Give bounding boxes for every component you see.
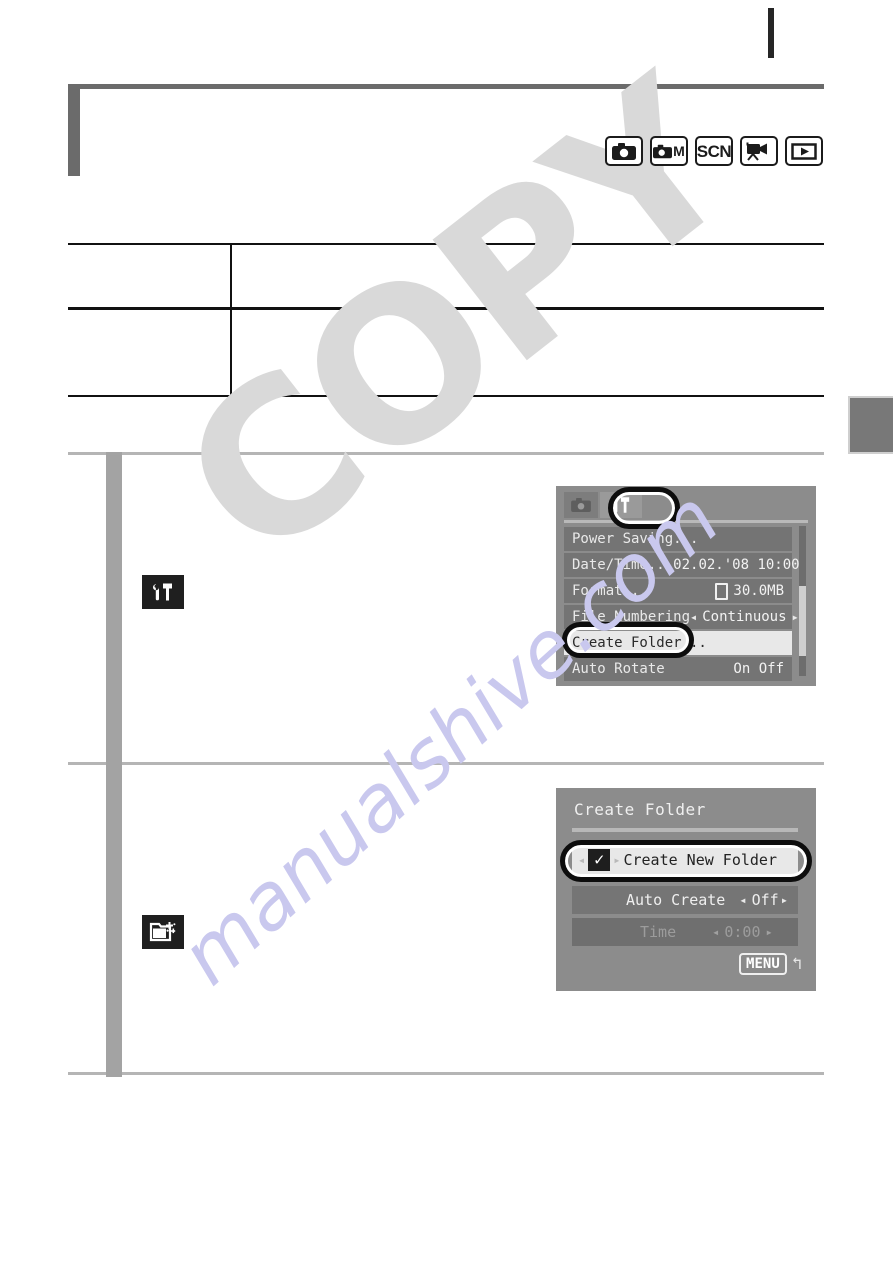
- table-row: [68, 245, 824, 307]
- return-arrow-icon: ↰: [791, 953, 802, 974]
- create-folder-icon: [142, 915, 184, 949]
- memory-card-icon: [715, 582, 729, 600]
- table-rule-bottom: [68, 395, 824, 397]
- table-cell-label: [68, 310, 230, 395]
- page-corner-marker: [768, 8, 774, 58]
- step-rule-bottom: [68, 1072, 824, 1075]
- lcd-create-folder-screen: Create Folder ◂ ✓ ▸ Create New Folder Au…: [556, 788, 816, 991]
- playback-mode-icon[interactable]: [785, 136, 823, 166]
- menu-item-date-time[interactable]: Date/Time... 02.02.'08 10:00: [564, 553, 800, 577]
- menu-item-auto-rotate[interactable]: Auto Rotate On Off: [564, 657, 792, 681]
- menu-item-value-group: 30.0MB: [715, 582, 784, 600]
- menu-item-label: Auto Rotate: [572, 661, 665, 677]
- header-side-bar: [68, 84, 80, 176]
- menu-item-label: Power Saving...: [572, 531, 699, 547]
- auto-create-value: Off: [751, 891, 779, 909]
- menu-button-label[interactable]: MENU: [739, 953, 787, 975]
- menu-item-format[interactable]: Format... 30.0MB: [564, 579, 792, 603]
- time-value: 0:00: [724, 923, 761, 941]
- left-arrow-icon: ◂: [712, 925, 720, 939]
- left-arrow-icon[interactable]: ◂: [739, 893, 746, 907]
- right-arrow-icon[interactable]: ▸: [792, 610, 799, 624]
- menu-item-value: Continuous: [702, 609, 787, 625]
- menu-item-value: 30.0MB: [733, 583, 784, 599]
- lcd-tab-underline: [564, 520, 808, 523]
- menu-return-control[interactable]: MENU ↰: [739, 953, 802, 975]
- manual-mode-letter: M: [673, 143, 685, 159]
- menu-item-value: 02.02.'08 10:00: [673, 557, 800, 573]
- scene-mode-icon[interactable]: SCN: [695, 136, 733, 166]
- header-rule: [78, 84, 824, 89]
- menu-item-value-group: ◂ Continuous ▸: [690, 609, 799, 625]
- lcd-scrollbar-thumb[interactable]: [799, 586, 806, 656]
- left-arrow-icon[interactable]: ◂: [690, 610, 697, 624]
- lcd-screen-title: Create Folder: [574, 800, 706, 819]
- menu-item-label: Format...: [572, 583, 648, 599]
- menu-item-power-saving[interactable]: Power Saving...: [564, 527, 792, 551]
- time-label: Time: [640, 923, 677, 941]
- table-cell-label: [68, 245, 230, 307]
- scene-mode-label: SCN: [696, 141, 732, 161]
- settings-tools-icon: [142, 575, 184, 609]
- manual-mode-icon[interactable]: M: [650, 136, 688, 166]
- auto-create-row[interactable]: Auto Create ◂ Off ▸: [572, 886, 798, 914]
- table-cell-value: [232, 245, 824, 307]
- spec-table: [68, 243, 824, 397]
- auto-create-label: Auto Create: [626, 891, 726, 909]
- manual-page: M SCN Power Saving... Date/Time... 02.02…: [0, 0, 893, 1263]
- callout-ring-settings-tab: [608, 487, 680, 529]
- table-row: [68, 310, 824, 395]
- right-arrow-icon[interactable]: ▸: [781, 893, 788, 907]
- callout-ring-create-folder: [562, 622, 694, 658]
- right-arrow-icon: ▸: [765, 925, 773, 939]
- page-title: [100, 96, 580, 166]
- movie-mode-icon[interactable]: [740, 136, 778, 166]
- section-edge-tab: [848, 396, 893, 454]
- mode-icon-row: M SCN: [605, 136, 823, 166]
- time-row: Time ◂ 0:00 ▸: [572, 918, 798, 946]
- table-cell-value: [232, 310, 824, 395]
- lcd-title-underline: [572, 828, 798, 832]
- shooting-tab-icon[interactable]: [564, 492, 598, 518]
- menu-item-label: Date/Time...: [572, 557, 674, 573]
- still-image-mode-icon[interactable]: [605, 136, 643, 166]
- menu-item-value: On Off: [733, 661, 784, 677]
- callout-ring-create-new-folder: [560, 840, 812, 882]
